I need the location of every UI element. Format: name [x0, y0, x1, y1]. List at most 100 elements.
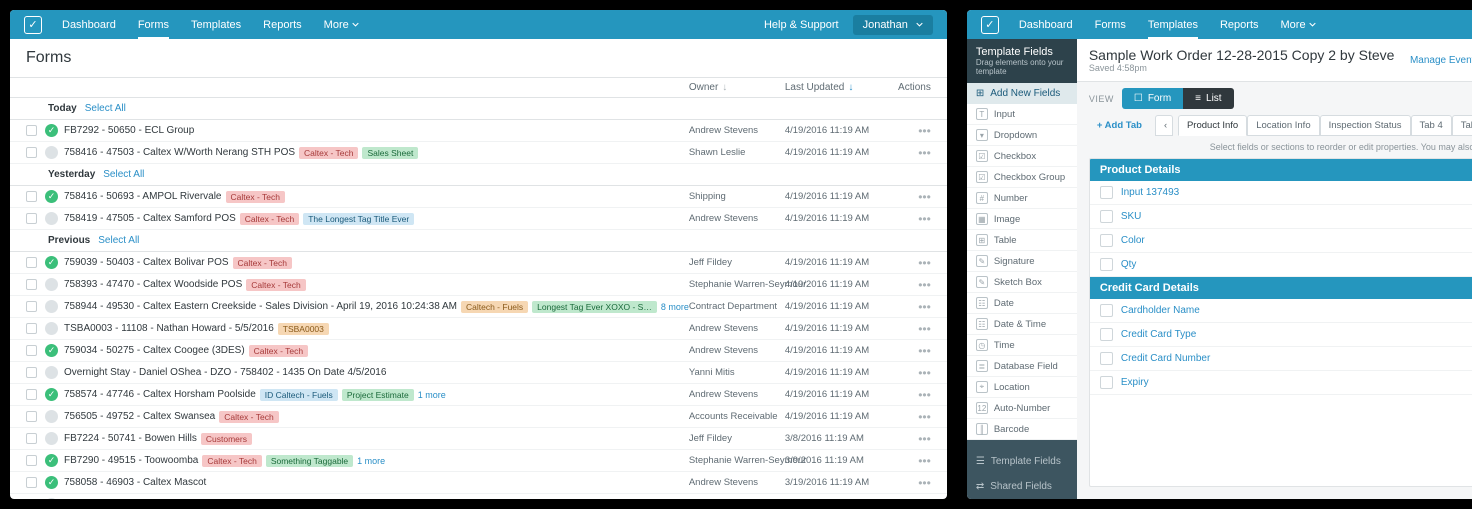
tab-scroll-left[interactable]: ‹: [1155, 115, 1173, 136]
col-owner[interactable]: Owner↓: [689, 82, 785, 93]
nav-forms[interactable]: Forms: [138, 11, 169, 39]
table-row[interactable]: ✓759039 - 50403 - Caltex Bolivar POSCalt…: [10, 252, 947, 274]
tab-tab-[interactable]: Tab 5: [1452, 115, 1472, 136]
table-row[interactable]: FB7224 - 50741 - Bowen HillsCustomersJef…: [10, 428, 947, 450]
field-type-image[interactable]: ▦Image: [967, 209, 1077, 230]
nav-more[interactable]: More: [1281, 11, 1316, 39]
field-type-dropdown[interactable]: ▾Dropdown: [967, 125, 1077, 146]
field-row[interactable]: Color: [1090, 229, 1472, 253]
tab-inspection-status[interactable]: Inspection Status: [1320, 115, 1411, 136]
section-header[interactable]: Product Details: [1090, 159, 1472, 181]
field-type-date[interactable]: ☷Date: [967, 293, 1077, 314]
row-checkbox[interactable]: [26, 455, 37, 466]
row-actions[interactable]: •••: [895, 212, 931, 226]
field-checkbox[interactable]: [1100, 304, 1113, 317]
table-row[interactable]: ✓758416 - 50693 - AMPOL RivervaleCaltex …: [10, 186, 947, 208]
row-actions[interactable]: •••: [895, 300, 931, 314]
field-checkbox[interactable]: [1100, 376, 1113, 389]
field-row[interactable]: Credit Card Type: [1090, 323, 1472, 347]
select-all-link[interactable]: Select All: [103, 169, 144, 180]
field-checkbox[interactable]: [1100, 352, 1113, 365]
field-type-time[interactable]: ◷Time: [967, 335, 1077, 356]
field-type-location[interactable]: ⌖Location: [967, 377, 1077, 398]
field-type-number[interactable]: #Number: [967, 188, 1077, 209]
row-checkbox[interactable]: [26, 147, 37, 158]
table-row[interactable]: TSBA0003 - 11108 - Nathan Howard - 5/5/2…: [10, 318, 947, 340]
row-actions[interactable]: •••: [895, 410, 931, 424]
row-actions[interactable]: •••: [895, 388, 931, 402]
row-actions[interactable]: •••: [895, 432, 931, 446]
row-checkbox[interactable]: [26, 301, 37, 312]
table-row[interactable]: 758419 - 47505 - Caltex Samford POSCalte…: [10, 208, 947, 230]
field-row[interactable]: Input 137493: [1090, 181, 1472, 205]
field-type-input[interactable]: TInput: [967, 104, 1077, 125]
field-checkbox[interactable]: [1100, 186, 1113, 199]
field-type-checkbox-group[interactable]: ☑Checkbox Group: [967, 167, 1077, 188]
table-row[interactable]: 756505 - 49752 - Caltex SwanseaCaltex - …: [10, 406, 947, 428]
tab-tab-[interactable]: Tab 4: [1411, 115, 1452, 136]
row-actions[interactable]: •••: [895, 498, 931, 500]
nav-forms[interactable]: Forms: [1095, 11, 1126, 39]
row-actions[interactable]: •••: [895, 190, 931, 204]
field-type-date-time[interactable]: ☷Date & Time: [967, 314, 1077, 335]
nav-reports[interactable]: Reports: [263, 11, 302, 39]
field-checkbox[interactable]: [1100, 258, 1113, 271]
field-type-table[interactable]: ⊞Table: [967, 230, 1077, 251]
field-type-barcode[interactable]: ║Barcode: [967, 419, 1077, 440]
field-type-signature[interactable]: ✎Signature: [967, 251, 1077, 272]
field-row[interactable]: Expiry: [1090, 371, 1472, 395]
row-actions[interactable]: •••: [895, 278, 931, 292]
field-type-database-field[interactable]: ≣Database Field: [967, 356, 1077, 377]
nav-templates[interactable]: Templates: [191, 11, 241, 39]
field-checkbox[interactable]: [1100, 328, 1113, 341]
row-actions[interactable]: •••: [895, 344, 931, 358]
tab-location-info[interactable]: Location Info: [1247, 115, 1319, 136]
table-row[interactable]: 758393 - 47470 - Caltex Woodside POSCalt…: [10, 274, 947, 296]
nav-reports[interactable]: Reports: [1220, 11, 1259, 39]
more-tags[interactable]: 1 more: [357, 456, 385, 466]
field-checkbox[interactable]: [1100, 234, 1113, 247]
row-checkbox[interactable]: [26, 125, 37, 136]
view-list-button[interactable]: ≡List: [1183, 88, 1233, 109]
row-checkbox[interactable]: [26, 213, 37, 224]
row-checkbox[interactable]: [26, 389, 37, 400]
row-actions[interactable]: •••: [895, 256, 931, 270]
row-checkbox[interactable]: [26, 345, 37, 356]
nav-templates[interactable]: Templates: [1148, 11, 1198, 39]
table-row[interactable]: ✓759034 - 50275 - Caltex Coogee (3DES)Ca…: [10, 340, 947, 362]
more-tags[interactable]: 1 more: [418, 390, 446, 400]
row-checkbox[interactable]: [26, 257, 37, 268]
template-fields-link[interactable]: ☰Template Fields: [967, 449, 1077, 474]
row-checkbox[interactable]: [26, 477, 37, 488]
col-updated[interactable]: Last Updated↓: [785, 82, 895, 93]
table-row[interactable]: FE4014 - 50736 - NarrabeenAndrew Stevens…: [10, 494, 947, 499]
row-checkbox[interactable]: [26, 411, 37, 422]
row-actions[interactable]: •••: [895, 146, 931, 160]
manage-events-link[interactable]: Manage Events: [1400, 50, 1472, 71]
field-type-auto-number[interactable]: 12Auto-Number: [967, 398, 1077, 419]
row-checkbox[interactable]: [26, 367, 37, 378]
select-all-link[interactable]: Select All: [98, 235, 139, 246]
user-menu[interactable]: Jonathan: [853, 15, 933, 35]
nav-dashboard[interactable]: Dashboard: [62, 11, 116, 39]
tab-product-info[interactable]: Product Info: [1178, 115, 1247, 136]
field-row[interactable]: Qty: [1090, 253, 1472, 277]
field-row[interactable]: Cardholder Name: [1090, 299, 1472, 323]
table-row[interactable]: 758944 - 49530 - Caltex Eastern Creeksid…: [10, 296, 947, 318]
table-row[interactable]: ✓FB7292 - 50650 - ECL GroupAndrew Steven…: [10, 120, 947, 142]
add-new-fields-button[interactable]: ⊞ Add New Fields: [967, 83, 1077, 104]
more-tags[interactable]: 8 more: [661, 302, 689, 312]
field-row[interactable]: Credit Card Number: [1090, 347, 1472, 371]
logo-icon[interactable]: ✓: [24, 16, 42, 34]
row-checkbox[interactable]: [26, 191, 37, 202]
row-checkbox[interactable]: [26, 433, 37, 444]
field-checkbox[interactable]: [1100, 210, 1113, 223]
field-type-checkbox[interactable]: ☑Checkbox: [967, 146, 1077, 167]
nav-dashboard[interactable]: Dashboard: [1019, 11, 1073, 39]
row-actions[interactable]: •••: [895, 322, 931, 336]
view-form-button[interactable]: ☐Form: [1122, 88, 1183, 109]
table-row[interactable]: ✓758574 - 47746 - Caltex Horsham Poolsid…: [10, 384, 947, 406]
table-row[interactable]: 758416 - 47503 - Caltex W/Worth Nerang S…: [10, 142, 947, 164]
logo-icon[interactable]: ✓: [981, 16, 999, 34]
section-header[interactable]: Credit Card Details: [1090, 277, 1472, 299]
